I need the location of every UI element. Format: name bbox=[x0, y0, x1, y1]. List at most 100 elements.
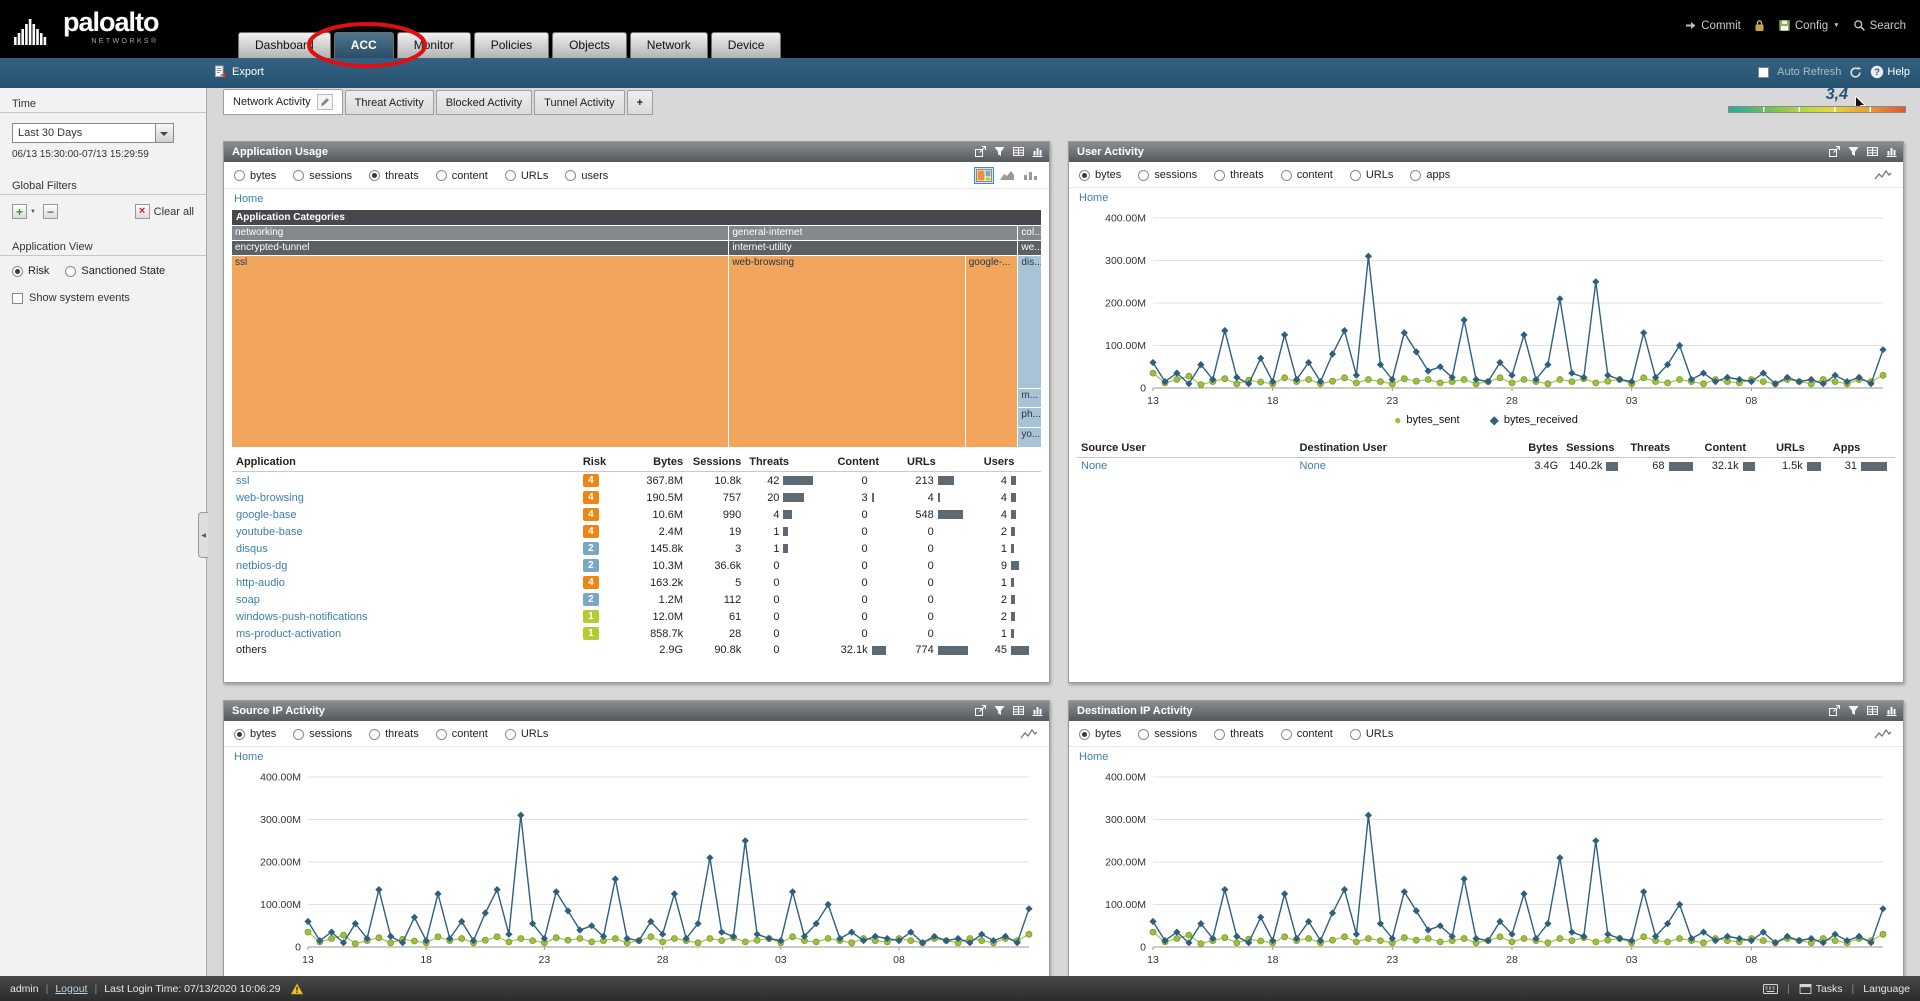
treemap-app-ph[interactable]: ph... bbox=[1018, 408, 1041, 428]
column-header-sessions[interactable]: Sessions bbox=[687, 454, 746, 472]
lock-button[interactable] bbox=[1754, 19, 1765, 32]
table-view-icon[interactable] bbox=[1866, 145, 1879, 158]
radio-icon[interactable] bbox=[1079, 169, 1090, 181]
clear-all-button[interactable]: × bbox=[134, 204, 150, 219]
treemap-app-ssl[interactable]: ssl bbox=[232, 256, 729, 447]
warning-icon[interactable] bbox=[290, 982, 304, 995]
radio-icon[interactable] bbox=[435, 728, 447, 740]
acc-tab-blocked-activity[interactable]: Blocked Activity bbox=[435, 90, 533, 115]
jump-to-logs-icon[interactable] bbox=[974, 145, 987, 158]
metric-threats[interactable]: threats bbox=[1214, 169, 1264, 181]
show-system-events-row[interactable]: Show system events bbox=[12, 292, 194, 304]
column-header-threats[interactable]: Threats bbox=[1626, 440, 1701, 458]
treemap-subcategory-encrypted-tunnel[interactable]: encrypted-tunnel bbox=[232, 241, 729, 255]
metric-bytes[interactable]: bytes bbox=[1079, 728, 1121, 740]
column-header-threats[interactable]: Threats bbox=[745, 454, 834, 472]
radio-icon[interactable] bbox=[1138, 728, 1150, 740]
app-link-youtube-base[interactable]: youtube-base bbox=[236, 526, 303, 538]
view-option-sanctioned-state[interactable]: Sanctioned State bbox=[65, 265, 165, 277]
column-header-content[interactable]: Content bbox=[1700, 440, 1763, 458]
metric-urls[interactable]: URLs bbox=[1349, 169, 1393, 181]
metric-urls[interactable]: URLs bbox=[1349, 728, 1393, 740]
column-header-urls[interactable]: URLs bbox=[895, 454, 980, 472]
app-link-windows-push-notifications[interactable]: windows-push-notifications bbox=[236, 611, 367, 623]
view-option-risk[interactable]: Risk bbox=[12, 265, 49, 277]
metric-threats[interactable]: threats bbox=[1214, 728, 1264, 740]
column-header-sessions[interactable]: Sessions bbox=[1562, 440, 1627, 458]
acc-tab-tunnel-activity[interactable]: Tunnel Activity bbox=[534, 90, 625, 115]
app-link-disqus[interactable]: disqus bbox=[236, 543, 268, 555]
metric-urls[interactable]: URLs bbox=[504, 728, 548, 740]
keyboard-icon[interactable] bbox=[1762, 983, 1778, 994]
jump-to-logs-icon[interactable] bbox=[1828, 145, 1841, 158]
radio-icon[interactable] bbox=[234, 728, 245, 740]
graph-view-icon[interactable] bbox=[1031, 704, 1044, 717]
metric-bytes[interactable]: bytes bbox=[1079, 169, 1121, 181]
add-tab-button[interactable]: + bbox=[626, 90, 654, 115]
filter-icon[interactable] bbox=[1847, 145, 1860, 158]
column-header-risk[interactable]: Risk bbox=[578, 454, 621, 472]
metric-threats[interactable]: threats bbox=[369, 728, 419, 740]
metric-sessions[interactable]: sessions bbox=[293, 170, 352, 182]
column-header-bytes[interactable]: Bytes bbox=[1504, 440, 1563, 458]
treemap-category-general-internet[interactable]: general-internet bbox=[729, 226, 1018, 240]
app-link-soap[interactable]: soap bbox=[236, 594, 260, 606]
treemap-app-m[interactable]: m... bbox=[1018, 388, 1041, 408]
refresh-icon[interactable] bbox=[1849, 66, 1862, 79]
edit-tab-icon[interactable] bbox=[316, 94, 333, 110]
column-view-icon[interactable] bbox=[1021, 168, 1039, 183]
nav-tab-acc[interactable]: ACC bbox=[333, 32, 394, 58]
line-view-icon[interactable] bbox=[1873, 168, 1893, 182]
radio-icon[interactable] bbox=[435, 170, 447, 181]
clear-all-label[interactable]: Clear all bbox=[154, 206, 194, 218]
radio-icon[interactable] bbox=[293, 728, 305, 740]
column-header-apps[interactable]: Apps bbox=[1828, 440, 1895, 458]
treemap-app-web-browsing[interactable]: web-browsing bbox=[729, 256, 965, 447]
treemap-view-icon[interactable] bbox=[974, 167, 994, 184]
acc-tab-network-activity[interactable]: Network Activity bbox=[223, 89, 343, 115]
jump-to-logs-icon[interactable] bbox=[1828, 704, 1841, 717]
treemap-category-col[interactable]: col... bbox=[1018, 226, 1041, 240]
column-header-urls[interactable]: URLs bbox=[1762, 440, 1829, 458]
remove-filter-button[interactable]: − bbox=[42, 204, 58, 219]
language-button[interactable]: Language bbox=[1863, 983, 1910, 995]
add-filter-caret-icon[interactable]: ▼ bbox=[30, 209, 36, 215]
metric-urls[interactable]: URLs bbox=[504, 170, 548, 182]
logout-link[interactable]: Logout bbox=[55, 983, 87, 995]
nav-tab-objects[interactable]: Objects bbox=[552, 32, 627, 58]
radio-icon[interactable] bbox=[1349, 728, 1361, 740]
radio-icon[interactable] bbox=[293, 170, 305, 181]
metric-threats[interactable]: threats bbox=[369, 170, 419, 182]
table-view-icon[interactable] bbox=[1866, 704, 1879, 717]
acc-tab-threat-activity[interactable]: Threat Activity bbox=[344, 90, 434, 115]
treemap-app-yo[interactable]: yo... bbox=[1018, 428, 1041, 447]
app-link-netbios-dg[interactable]: netbios-dg bbox=[236, 560, 287, 572]
metric-users[interactable]: users bbox=[565, 170, 608, 182]
metric-sessions[interactable]: sessions bbox=[293, 728, 352, 740]
metric-content[interactable]: content bbox=[435, 728, 488, 740]
metric-bytes[interactable]: bytes bbox=[234, 170, 276, 182]
help-button[interactable]: ? Help bbox=[1870, 65, 1910, 79]
tasks-button[interactable]: Tasks bbox=[1799, 983, 1843, 995]
radio-icon[interactable] bbox=[1280, 728, 1292, 740]
nav-tab-dashboard[interactable]: Dashboard bbox=[238, 32, 331, 58]
add-filter-button[interactable]: + bbox=[12, 204, 27, 219]
radio-icon[interactable] bbox=[1138, 169, 1150, 181]
radio-icon[interactable] bbox=[369, 728, 381, 740]
auto-refresh-checkbox[interactable] bbox=[1758, 66, 1770, 78]
metric-bytes[interactable]: bytes bbox=[234, 728, 276, 740]
column-header-application[interactable]: Application bbox=[232, 454, 579, 472]
app-link-http-audio[interactable]: http-audio bbox=[236, 577, 285, 589]
column-header-users[interactable]: Users bbox=[979, 454, 1041, 472]
time-range-dropdown[interactable]: Last 30 Days bbox=[12, 123, 174, 143]
app-link-ms-product-activation[interactable]: ms-product-activation bbox=[236, 628, 341, 640]
home-link[interactable]: Home bbox=[224, 189, 273, 207]
treemap-subcategory-we[interactable]: we... bbox=[1018, 241, 1041, 255]
nav-tab-device[interactable]: Device bbox=[710, 32, 782, 58]
line-view-icon[interactable] bbox=[1873, 727, 1893, 741]
radio-icon[interactable] bbox=[1214, 169, 1226, 181]
radio-icon[interactable] bbox=[1280, 169, 1292, 181]
legend-bytes-received[interactable]: ◆ bytes_received bbox=[1490, 414, 1578, 426]
home-link[interactable]: Home bbox=[1069, 747, 1118, 765]
treemap-category-networking[interactable]: networking bbox=[232, 226, 729, 240]
